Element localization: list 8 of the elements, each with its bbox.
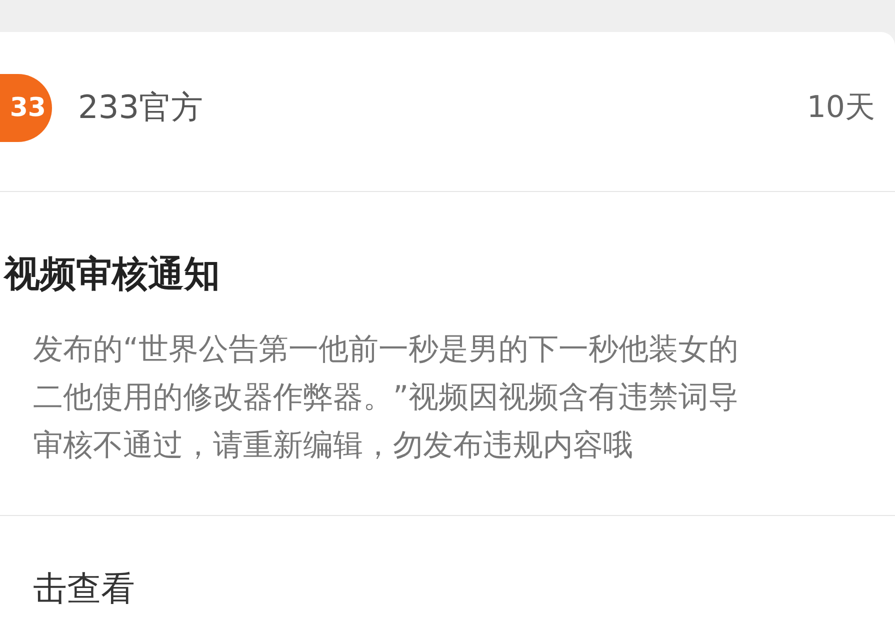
body-text-line: 发布的“世界公告第一他前一秒是男的下一秒他装女的 — [32, 331, 740, 369]
view-link[interactable]: 击查看 — [0, 569, 135, 609]
body-text-line: 二他使用的修改器作弊器。”视频因视频含有违禁词导 — [32, 379, 740, 417]
timestamp: 10天 — [806, 89, 875, 127]
logo-icon: 33 — [0, 74, 52, 142]
notice-title: 视频审核通知 — [2, 253, 221, 297]
sender-name: 233官方 — [78, 86, 204, 128]
body-text-line: 审核不通过，请重新编辑，勿发布违规内容哦 — [32, 427, 634, 465]
